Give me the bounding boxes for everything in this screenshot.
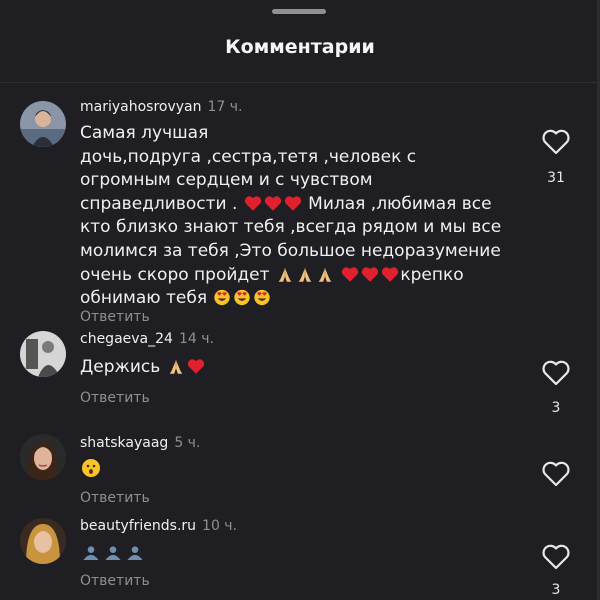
comment-meta: beautyfriends.ru 10 ч. xyxy=(80,518,237,534)
busts-silhouette-emoji xyxy=(105,546,121,561)
busts-silhouette-emoji xyxy=(83,546,99,561)
comment-text-line: справедливости . Милая ,любимая все xyxy=(80,193,520,217)
comment-text-fragment: обнимаю тебя xyxy=(80,288,208,309)
comment-meta: chegaeva_24 14 ч. xyxy=(80,331,214,347)
red-heart-emoji xyxy=(382,266,399,282)
surprised-face-emoji xyxy=(82,459,100,477)
comment-text-line: дочь,подруга ,сестра,тетя ,человек с xyxy=(80,146,417,167)
comment-text-line: очень скоро пройдет крепко xyxy=(80,264,520,288)
comment-meta: shatskayaag 5 ч. xyxy=(80,435,200,451)
comment-text-line: Самая лучшая xyxy=(80,123,209,143)
heart-outline-icon[interactable] xyxy=(541,543,571,571)
heart-outline-icon[interactable] xyxy=(541,128,571,156)
comment-text-fragment: Милая ,любимая все xyxy=(308,193,492,214)
comment-text-line: огромным сердцем и с чувством xyxy=(80,170,373,191)
comment-username[interactable]: mariyahosrovyan xyxy=(80,99,202,115)
sheet-title: Комментарии xyxy=(225,36,375,58)
header-divider xyxy=(0,82,600,83)
heart-eyes-emoji xyxy=(214,290,231,306)
comment-text-line: кто близко знают тебя ,всегда рядом и мы… xyxy=(80,217,502,238)
praying-hands-emoji xyxy=(278,267,292,282)
comment-meta: mariyahosrovyan 17 ч. xyxy=(80,99,243,115)
comment-text-fragment: справедливости . xyxy=(80,193,238,214)
reply-button[interactable]: Ответить xyxy=(80,573,150,589)
red-heart-emoji xyxy=(244,196,261,211)
red-heart-emoji xyxy=(284,196,301,211)
reply-button[interactable]: Ответить xyxy=(80,390,150,406)
avatar[interactable] xyxy=(20,331,66,377)
comment-username[interactable]: shatskayaag xyxy=(80,435,168,451)
comment-time: 5 ч. xyxy=(174,435,201,451)
heart-eyes-emoji xyxy=(234,290,251,306)
reply-button[interactable]: Ответить xyxy=(80,490,150,506)
comment-username[interactable]: chegaeva_24 xyxy=(80,331,173,347)
comments-sheet: Комментарии mariyahosrovyan 17 ч. Самая л… xyxy=(0,0,600,600)
red-heart-emoji xyxy=(264,196,281,211)
avatar[interactable] xyxy=(20,101,66,147)
red-heart-emoji xyxy=(362,266,379,282)
comment-text-fragment: крепко xyxy=(400,264,464,285)
avatar[interactable] xyxy=(20,434,66,480)
red-heart-emoji xyxy=(187,359,204,374)
like-count: 31 xyxy=(547,170,565,186)
comment-text-line: молимся за тебя ,Это большое недоразумен… xyxy=(80,240,501,261)
heart-outline-icon[interactable] xyxy=(541,460,571,488)
red-heart-emoji xyxy=(342,266,359,282)
heart-outline-icon[interactable] xyxy=(541,359,571,387)
like-count: 3 xyxy=(551,582,561,598)
comment-time: 10 ч. xyxy=(202,518,238,534)
praying-hands-emoji xyxy=(298,267,312,282)
comment-text-fragment: очень скоро пройдет xyxy=(80,264,270,285)
reply-button[interactable]: Ответить xyxy=(80,309,150,325)
comment-text xyxy=(80,542,520,566)
praying-hands-emoji xyxy=(169,360,182,374)
comment-text-line: обнимаю тебя xyxy=(80,287,520,311)
comment-time: 17 ч. xyxy=(207,99,243,115)
sheet-grabber-handle[interactable] xyxy=(272,9,326,14)
comment-text: Самая лучшая дочь,подруга ,сестра,тетя ,… xyxy=(80,122,520,311)
comment-text-fragment: Держись xyxy=(80,357,161,377)
comment-username[interactable]: beautyfriends.ru xyxy=(80,518,196,534)
comment-text: Держись xyxy=(80,356,520,380)
comment-text xyxy=(80,458,520,483)
comment-text-line: Держись xyxy=(80,356,520,380)
like-count: 3 xyxy=(551,400,561,416)
heart-eyes-emoji xyxy=(254,290,271,306)
avatar[interactable] xyxy=(20,518,66,564)
comment-time: 14 ч. xyxy=(178,331,214,347)
busts-silhouette-emoji xyxy=(127,546,143,561)
praying-hands-emoji xyxy=(318,267,332,282)
